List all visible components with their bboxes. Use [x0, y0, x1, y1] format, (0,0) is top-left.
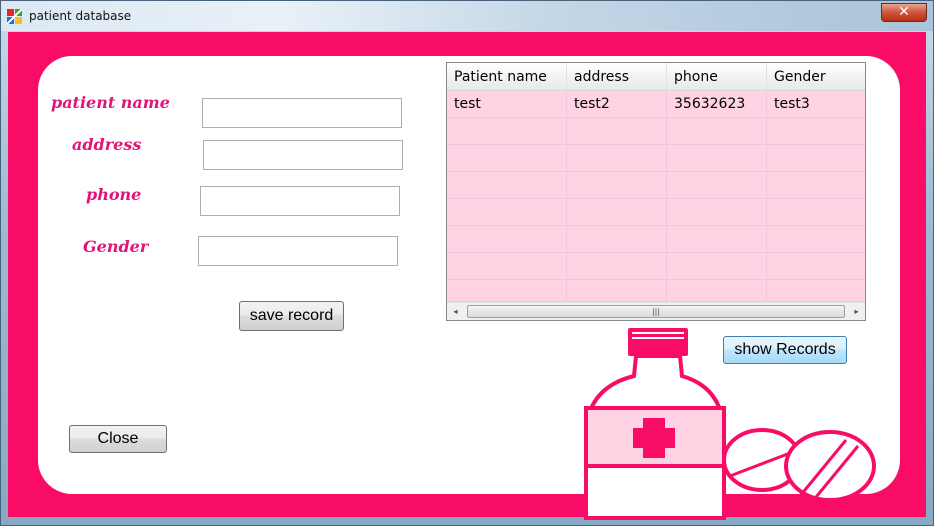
- empty-cell: [447, 172, 567, 199]
- empty-row: [447, 118, 865, 145]
- horizontal-scrollbar[interactable]: ◂ ||| ▸: [447, 302, 865, 320]
- window-close-button[interactable]: ✕: [881, 3, 927, 22]
- empty-cell: [667, 280, 767, 302]
- address-input[interactable]: [203, 140, 403, 170]
- empty-cell: [567, 145, 667, 172]
- empty-cell: [447, 280, 567, 302]
- empty-cell: [667, 253, 767, 280]
- table-cell[interactable]: test2: [567, 91, 667, 118]
- table-cell[interactable]: test3: [767, 91, 865, 118]
- scroll-left-icon[interactable]: ◂: [447, 303, 464, 320]
- empty-cell: [667, 118, 767, 145]
- gender-label: Gender: [83, 237, 149, 256]
- app-icon: [7, 9, 22, 24]
- empty-cell: [567, 199, 667, 226]
- empty-cell: [447, 145, 567, 172]
- empty-cell: [567, 226, 667, 253]
- empty-row: [447, 280, 865, 302]
- column-header[interactable]: address: [567, 63, 667, 91]
- scroll-thumb[interactable]: |||: [467, 305, 845, 318]
- empty-row: [447, 253, 865, 280]
- table-row[interactable]: test test2 35632623 test3: [447, 91, 865, 118]
- empty-cell: [567, 172, 667, 199]
- save-record-button[interactable]: save record: [239, 301, 344, 331]
- empty-row: [447, 199, 865, 226]
- empty-cell: [667, 226, 767, 253]
- empty-cell: [667, 199, 767, 226]
- empty-cell: [447, 253, 567, 280]
- empty-cell: [447, 226, 567, 253]
- gender-input[interactable]: [198, 236, 398, 266]
- patient-name-label: patient name: [51, 93, 170, 112]
- empty-cell: [567, 253, 667, 280]
- close-button[interactable]: Close: [69, 425, 167, 453]
- medicine-bottle-icon: [584, 328, 876, 520]
- empty-cell: [667, 145, 767, 172]
- window-title: patient database: [29, 9, 132, 23]
- empty-cell: [567, 118, 667, 145]
- empty-cell: [667, 172, 767, 199]
- phone-label: phone: [86, 185, 142, 204]
- address-label: address: [72, 135, 142, 154]
- table-cell[interactable]: 35632623: [667, 91, 767, 118]
- empty-row: [447, 172, 865, 199]
- empty-cell: [447, 118, 567, 145]
- app-window: patient database ✕ patient name address …: [0, 0, 934, 526]
- phone-input[interactable]: [200, 186, 400, 216]
- empty-cell: [447, 199, 567, 226]
- title-bar[interactable]: patient database ✕: [1, 1, 933, 31]
- column-header[interactable]: Patient name: [447, 63, 567, 91]
- empty-row: [447, 145, 865, 172]
- empty-cell: [567, 280, 667, 302]
- scroll-right-icon[interactable]: ▸: [848, 303, 865, 320]
- column-header[interactable]: Gender: [767, 63, 865, 91]
- table-cell[interactable]: test: [447, 91, 567, 118]
- records-grid[interactable]: Patient name address phone Gender test t…: [446, 62, 866, 321]
- column-header[interactable]: phone: [667, 63, 767, 91]
- empty-row: [447, 226, 865, 253]
- patient-name-input[interactable]: [202, 98, 402, 128]
- grid-header: Patient name address phone Gender: [447, 63, 865, 91]
